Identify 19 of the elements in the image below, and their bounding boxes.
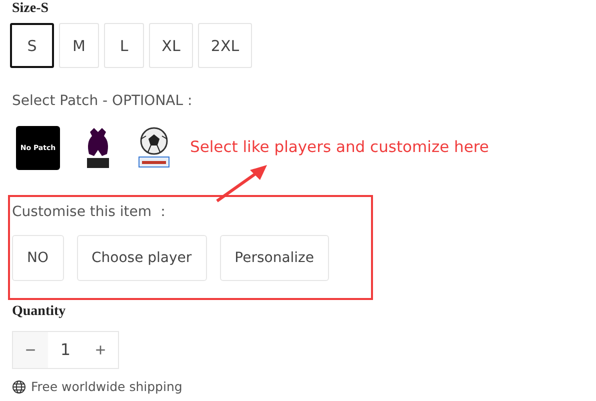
- quantity-label: Quantity: [12, 304, 67, 320]
- customise-option[interactable]: NO: [12, 235, 64, 281]
- annotation-arrow: [216, 165, 267, 202]
- size-option[interactable]: 2XL: [198, 23, 252, 68]
- shipping-text: Free worldwide shipping: [31, 379, 182, 394]
- customise-label: Customise this item ：: [12, 203, 171, 221]
- size-option[interactable]: L: [104, 23, 144, 68]
- size-label: Size-S: [12, 1, 50, 17]
- customise-option[interactable]: Choose player: [76, 235, 207, 281]
- annotation-text: Select like players and customize here: [190, 138, 489, 156]
- quantity-value: 1: [59, 339, 72, 361]
- customise-option[interactable]: Personalize: [220, 235, 330, 281]
- size-option[interactable]: M: [59, 23, 99, 68]
- globe-icon: [12, 380, 26, 394]
- size-option[interactable]: XL: [149, 23, 193, 68]
- patch-label: Select Patch - OPTIONAL :: [12, 93, 194, 109]
- decrease-button[interactable]: −: [13, 332, 48, 368]
- football-badge-icon[interactable]: [136, 126, 172, 170]
- size-option[interactable]: S: [10, 23, 54, 68]
